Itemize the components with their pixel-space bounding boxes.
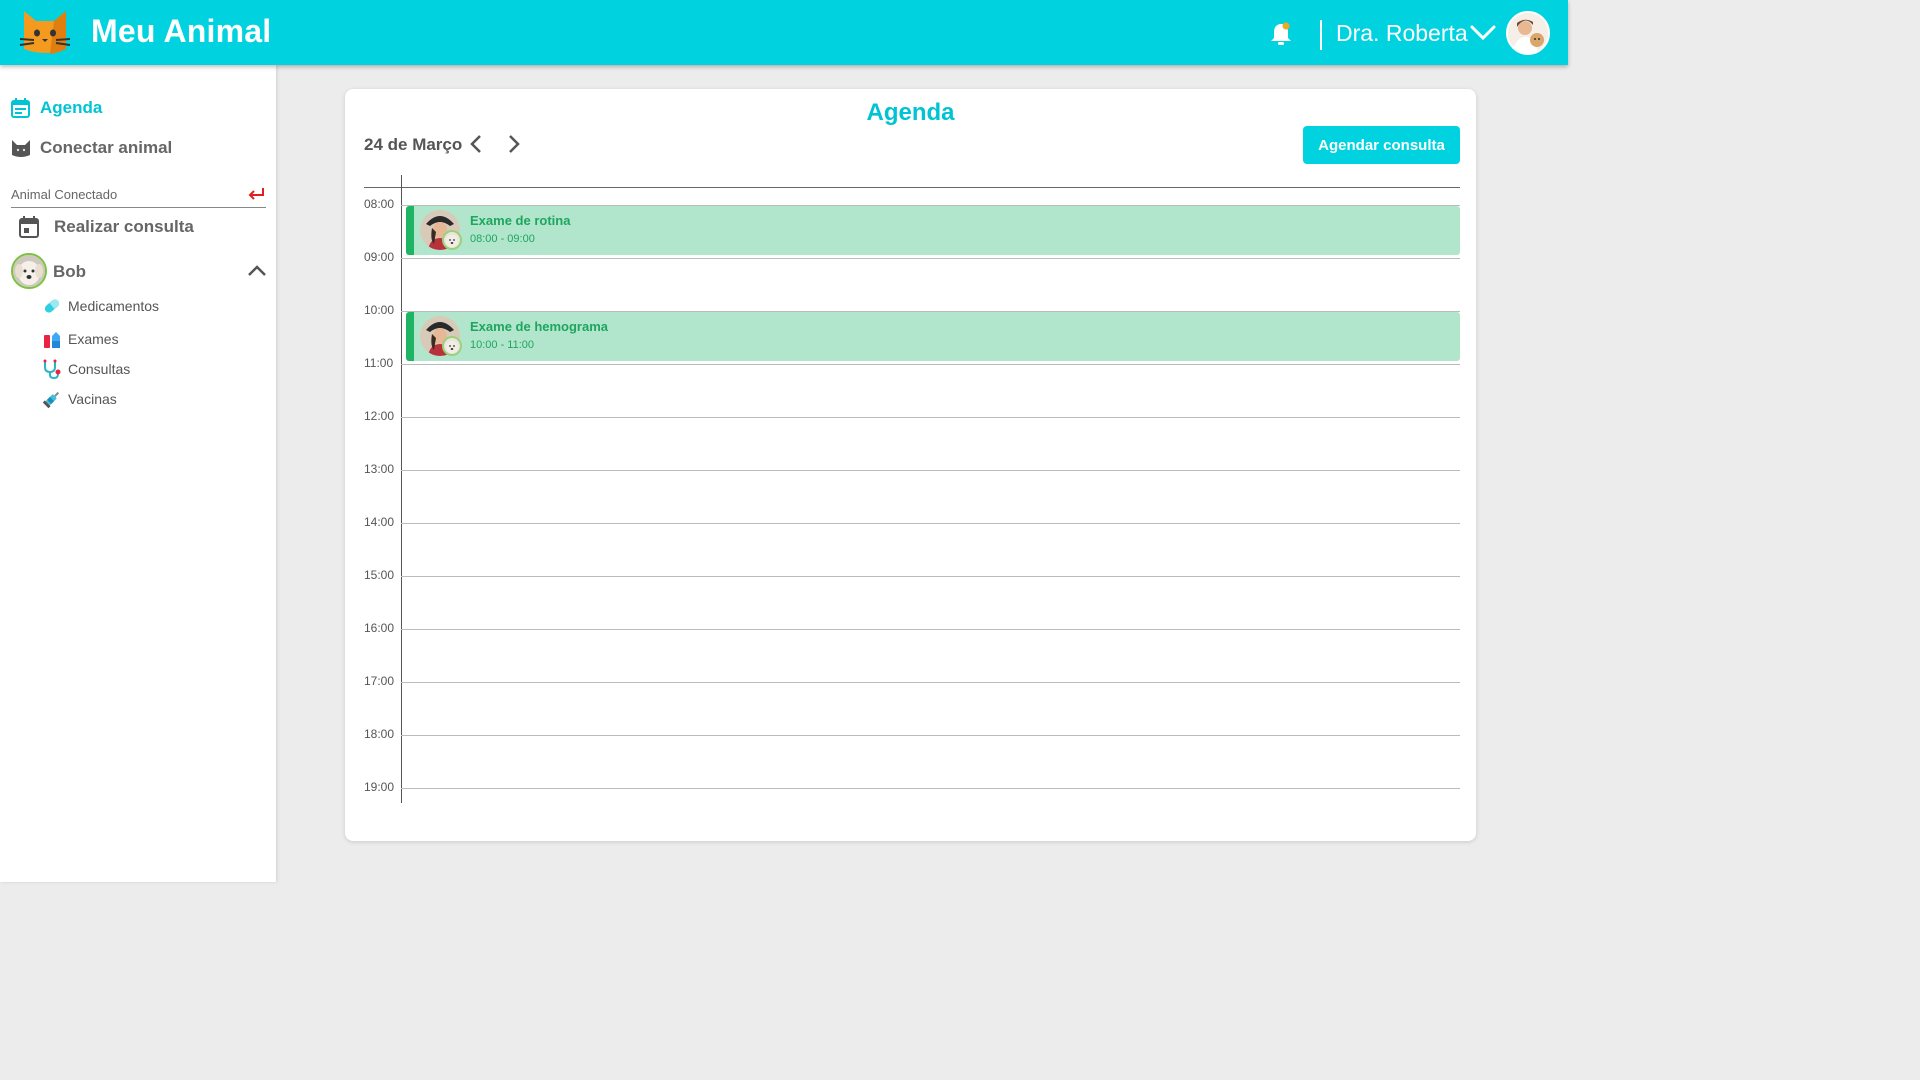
hour-gridline [401, 470, 1460, 471]
pet-name: Bob [53, 262, 87, 281]
test-tubes-icon [44, 332, 60, 348]
header-divider [1320, 20, 1322, 50]
calendar-day-icon [19, 216, 39, 238]
hour-label: 14:00 [364, 515, 395, 529]
event-title: Exame de rotina [470, 213, 571, 228]
hour-row[interactable]: 14:00 [364, 515, 1460, 576]
sidebar-item-conectar-animal[interactable]: Conectar animal [10, 137, 172, 159]
cat-icon [12, 140, 30, 157]
pill-icon [44, 299, 60, 313]
hour-label: 16:00 [364, 621, 395, 635]
chevron-down-icon[interactable] [1470, 22, 1496, 42]
app-title: Meu Animal [91, 13, 272, 49]
hour-row[interactable]: 13:00 [364, 462, 1460, 523]
hour-label: 10:00 [364, 303, 395, 317]
current-date: 24 de Março [364, 135, 463, 154]
hour-label: 17:00 [364, 674, 395, 688]
stethoscope-icon [43, 359, 61, 379]
hour-label: 09:00 [364, 250, 395, 264]
hour-label: 15:00 [364, 568, 395, 582]
sidebar-subitem-consultas[interactable]: Consultas [42, 359, 130, 379]
hour-row[interactable]: 19:00 [364, 780, 1460, 841]
hour-gridline [401, 788, 1460, 789]
user-avatar[interactable] [1506, 11, 1550, 55]
sidebar-item-label: Conectar animal [40, 138, 173, 157]
pet-avatar-small [442, 336, 462, 356]
agenda-card: Agenda 24 de Março Agendar consulta 08:0… [345, 89, 1476, 841]
cat-logo-icon[interactable] [18, 9, 72, 55]
hour-gridline [401, 576, 1460, 577]
chevron-right-icon[interactable] [505, 134, 523, 154]
hour-gridline [401, 364, 1460, 365]
sidebar-subitem-label: Vacinas [68, 391, 117, 407]
hour-label: 13:00 [364, 462, 395, 476]
user-name[interactable]: Dra. Roberta [1336, 20, 1468, 47]
hour-gridline [401, 258, 1460, 259]
event-title: Exame de hemograma [470, 319, 609, 334]
sidebar-subitem-vacinas[interactable]: Vacinas [42, 389, 117, 409]
hour-gridline [401, 735, 1460, 736]
day-timeline: 08:00 09:00 10:00 11:00 12:00 13:00 14:00 15:00… [364, 175, 1460, 803]
sidebar: Agenda Conectar animal Animal Conectado … [0, 65, 276, 882]
bell-icon[interactable] [1269, 21, 1293, 47]
event-time: 10:00 - 11:00 [470, 339, 535, 351]
sidebar-divider [11, 207, 266, 208]
animal-connected-label: Animal Conectado [11, 187, 118, 202]
sidebar-subitem-exames[interactable]: Exames [42, 329, 119, 349]
hour-row[interactable]: 09:00 [364, 250, 1460, 311]
schedule-appointment-button[interactable]: Agendar consulta [1303, 126, 1460, 164]
chevron-left-icon[interactable] [467, 134, 485, 154]
hour-gridline [401, 682, 1460, 683]
hour-row[interactable]: 12:00 [364, 409, 1460, 470]
hour-gridline [401, 417, 1460, 418]
hour-label: 11:00 [364, 356, 394, 370]
sidebar-item-realizar-consulta[interactable]: Realizar consulta [18, 216, 194, 238]
event-card[interactable]: Exame de hemograma 10:00 - 11:00 [406, 312, 1460, 361]
chevron-up-icon[interactable] [247, 263, 267, 277]
sidebar-subitem-label: Medicamentos [68, 298, 160, 314]
sidebar-item-agenda[interactable]: Agenda [10, 97, 102, 119]
hour-row[interactable]: 18:00 [364, 727, 1460, 788]
event-card[interactable]: Exame de rotina 08:00 - 09:00 [406, 206, 1460, 255]
pet-avatar-small [442, 230, 462, 250]
top-header: Meu Animal Dra. Roberta [0, 0, 1568, 65]
hour-label: 18:00 [364, 727, 395, 741]
hour-label: 12:00 [364, 409, 395, 423]
sidebar-item-label: Agenda [40, 98, 103, 117]
hour-gridline [401, 629, 1460, 630]
disconnect-arrow-icon[interactable] [246, 185, 266, 203]
sidebar-subitem-label: Consultas [68, 361, 131, 377]
hour-row[interactable]: 16:00 [364, 621, 1460, 682]
sidebar-subitem-label: Exames [68, 331, 119, 347]
hour-row[interactable]: 15:00 [364, 568, 1460, 629]
pet-avatar [11, 253, 47, 289]
page-title: Agenda [866, 99, 955, 126]
hour-label: 19:00 [364, 780, 395, 794]
event-time: 08:00 - 09:00 [470, 233, 535, 245]
hour-row[interactable]: 11:00 [364, 356, 1460, 417]
sidebar-item-label: Realizar consulta [54, 217, 194, 236]
sidebar-subitem-medicamentos[interactable]: Medicamentos [42, 296, 159, 316]
calendar-icon [11, 98, 30, 118]
pet-selector[interactable]: Bob [11, 253, 269, 289]
hour-gridline [401, 523, 1460, 524]
syringe-icon [42, 391, 60, 409]
timeline-top-border [364, 187, 1460, 188]
hour-label: 08:00 [364, 197, 395, 211]
hour-row[interactable]: 17:00 [364, 674, 1460, 735]
